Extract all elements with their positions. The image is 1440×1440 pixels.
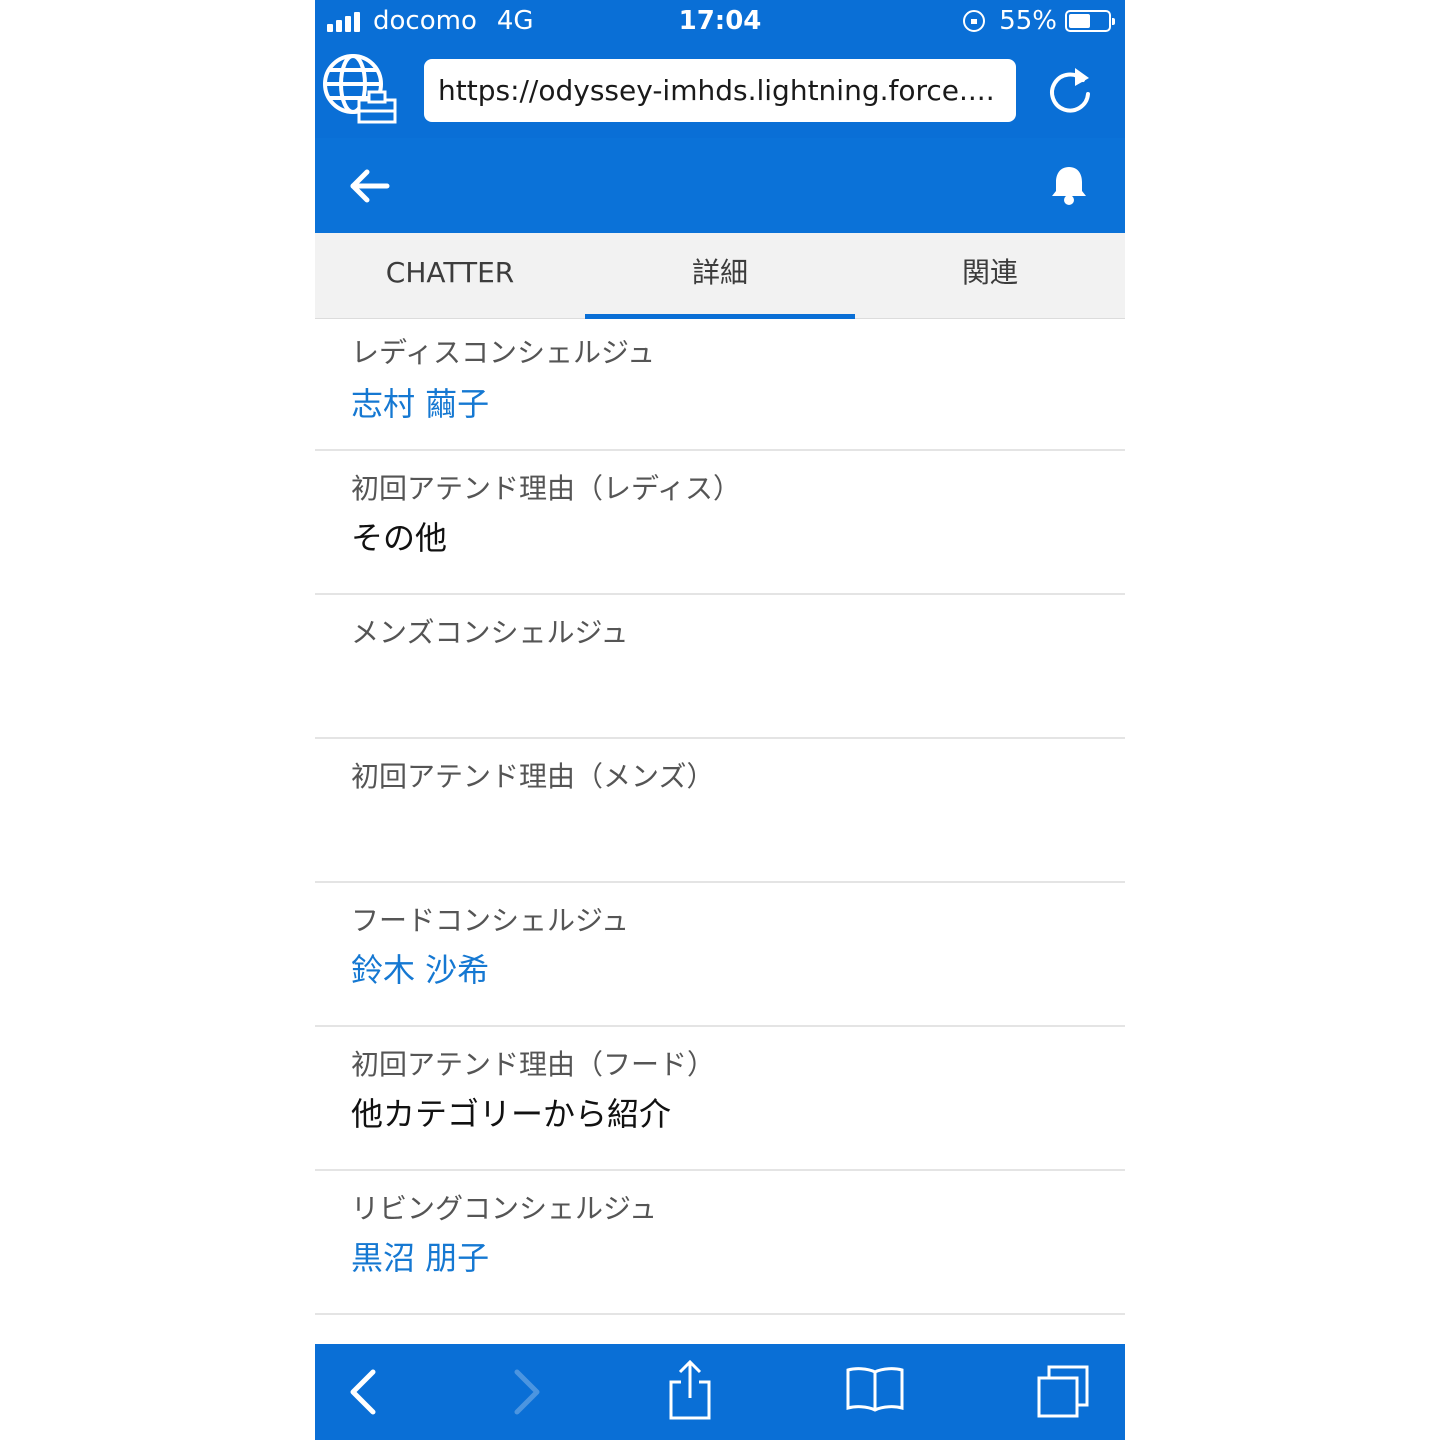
field-label: 初回アテンド理由（メンズ） bbox=[351, 760, 715, 793]
field-value-link[interactable]: 志村 繭子 bbox=[351, 379, 489, 425]
globe-icon[interactable] bbox=[319, 50, 399, 126]
battery-percent: 55% bbox=[999, 6, 1057, 36]
browser-bar: https://odyssey-imhds.lightning.force...… bbox=[315, 46, 1125, 138]
field-value: その他 bbox=[351, 519, 448, 557]
back-arrow-icon[interactable] bbox=[349, 166, 391, 206]
field-value-link[interactable]: 鈴木 沙希 bbox=[351, 945, 489, 991]
tab-related[interactable]: 関連 bbox=[855, 233, 1125, 318]
field-label: 初回アテンド理由（レディス） bbox=[351, 472, 742, 505]
rotation-lock-icon bbox=[963, 10, 986, 32]
field-label: レディスコンシェルジュ bbox=[351, 336, 656, 369]
field-label: 初回アテンド理由（フード） bbox=[351, 1048, 716, 1081]
field-ladies-reason: 初回アテンド理由（レディス） その他 bbox=[315, 451, 1125, 595]
field-value-link[interactable]: 黒沼 朋子 bbox=[351, 1233, 489, 1279]
field-label: メンズコンシェルジュ bbox=[351, 616, 629, 649]
browser-toolbar bbox=[315, 1344, 1125, 1440]
field-living-concierge: リビングコンシェルジュ 黒沼 朋子 bbox=[315, 1171, 1125, 1315]
app-header bbox=[315, 138, 1125, 233]
field-label: フードコンシェルジュ bbox=[351, 904, 630, 937]
tab-chatter[interactable]: CHATTER bbox=[315, 233, 585, 318]
field-value: 他カテゴリーから紹介 bbox=[351, 1095, 672, 1133]
tab-details[interactable]: 詳細 bbox=[585, 233, 855, 319]
field-mens-concierge: メンズコンシェルジュ bbox=[315, 595, 1125, 739]
share-icon[interactable] bbox=[667, 1358, 713, 1422]
status-right: 55% bbox=[963, 6, 1115, 36]
reload-icon[interactable] bbox=[1045, 64, 1095, 118]
phone-screen: docomo 4G 17:04 55% https://odyssey-imhd… bbox=[315, 0, 1125, 1440]
url-field[interactable]: https://odyssey-imhds.lightning.force...… bbox=[424, 59, 1016, 122]
field-ladies-concierge: レディスコンシェルジュ 志村 繭子 bbox=[315, 319, 1125, 451]
tabs-icon[interactable] bbox=[1035, 1364, 1091, 1420]
field-food-concierge: フードコンシェルジュ 鈴木 沙希 bbox=[315, 883, 1125, 1027]
field-food-reason: 初回アテンド理由（フード） 他カテゴリーから紹介 bbox=[315, 1027, 1125, 1171]
field-mens-reason: 初回アテンド理由（メンズ） bbox=[315, 739, 1125, 883]
status-bar: docomo 4G 17:04 55% bbox=[315, 0, 1125, 46]
detail-list: レディスコンシェルジュ 志村 繭子 初回アテンド理由（レディス） その他 メンズ… bbox=[315, 319, 1125, 1315]
battery-icon bbox=[1065, 10, 1115, 32]
battery-level bbox=[1069, 14, 1090, 28]
back-chevron-icon[interactable] bbox=[345, 1366, 385, 1418]
bookmarks-icon[interactable] bbox=[845, 1364, 905, 1416]
field-label: リビングコンシェルジュ bbox=[351, 1192, 658, 1225]
bell-icon[interactable] bbox=[1049, 164, 1089, 206]
tab-bar: CHATTER 詳細 関連 bbox=[315, 233, 1125, 319]
forward-chevron-icon[interactable] bbox=[505, 1366, 545, 1418]
